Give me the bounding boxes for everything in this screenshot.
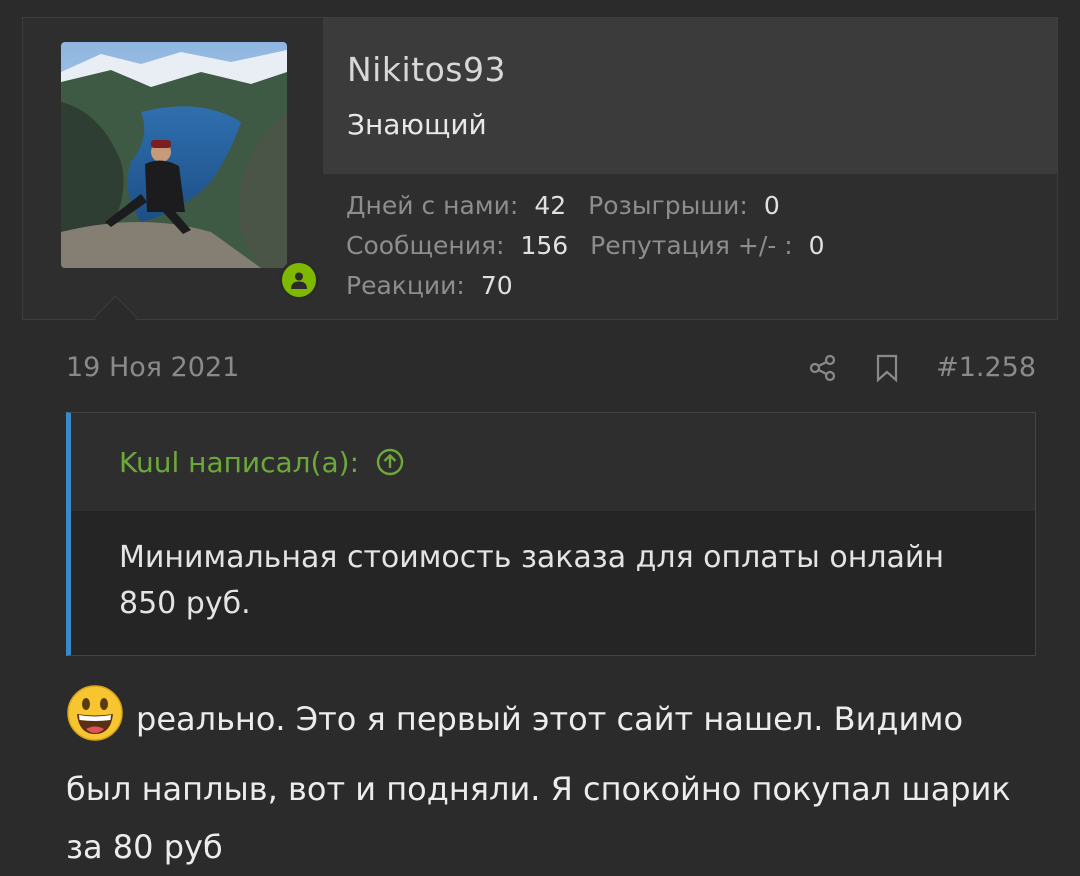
username-link[interactable]: Nikitos93 [347,50,506,89]
stats-row: Реакции: 70 [346,266,847,306]
user-icon [291,272,307,289]
quote-author-link[interactable]: Kuul написал(а): [119,446,359,479]
user-title: Знающий [347,108,487,141]
user-card: Nikitos93 Знающий Дней с нами: 42 Розыгрыш… [22,17,1058,320]
online-indicator [282,263,316,297]
avatar[interactable] [61,42,287,268]
post-message: реально. Это я первый этот сайт нашел. В… [66,684,1026,876]
reputation-label: Репутация +/- : [590,231,793,260]
messages-label: Сообщения: [346,231,505,260]
stats-row: Дней с нами: 42 Розыгрыши: 0 [346,186,847,226]
days-label: Дней с нами: [346,191,519,220]
post-actions: #1.258 [808,352,1036,383]
avatar-wrapper [61,42,319,300]
quote-text: Минимальная стоимость заказа для оплаты … [119,540,945,621]
post-number-link[interactable]: #1.258 [936,352,1036,383]
stats-row: Сообщения: 156 Репутация +/- : 0 [346,226,847,266]
message-text: реально. Это я первый этот сайт нашел. В… [66,700,1011,866]
online-status-badge [279,260,319,300]
user-header: Nikitos93 Знающий [323,18,1057,174]
grinning-face-icon [66,684,124,760]
days-value: 42 [534,191,567,220]
user-stats: Дней с нами: 42 Розыгрыши: 0 Сообщения: 156 Р… [346,186,847,306]
messages-value: 156 [520,231,569,260]
giveaways-value: 0 [763,191,780,220]
arrow-up-circle-icon[interactable] [375,447,405,477]
share-icon[interactable] [808,353,838,383]
reputation-value: 0 [808,231,825,260]
bookmark-icon[interactable] [874,353,900,383]
giveaways-label: Розыгрыши: [588,191,748,220]
reactions-label: Реакции: [346,271,465,300]
quote-header: Kuul написал(а): [71,413,1035,511]
reactions-value: 70 [480,271,513,300]
post-date[interactable]: 19 Ноя 2021 [66,352,239,383]
quote-block: Kuul написал(а): Минимальная стоимость з… [66,412,1036,656]
